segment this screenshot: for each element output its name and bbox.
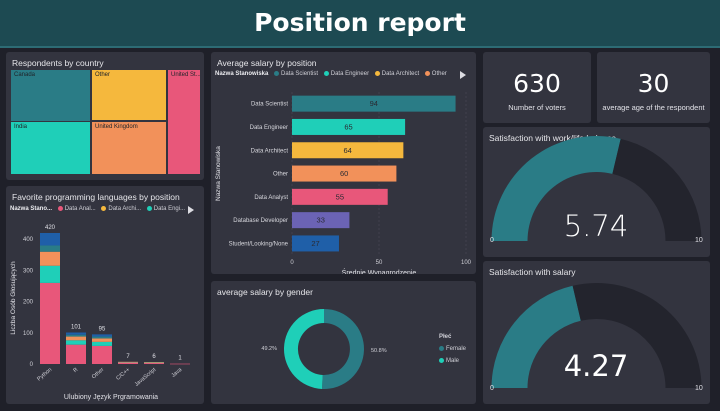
bar-value-label: 55: [336, 192, 344, 201]
slice-value-label: 49.2%: [261, 346, 277, 352]
y-tick-label: 300: [23, 268, 34, 274]
x-axis-label: Średnie Wynagrodzenie: [342, 268, 417, 274]
average-age-value: 30: [637, 69, 670, 98]
stacked-bar-segment: [40, 233, 60, 246]
salary-by-position-card: Average salary by position Nazwa Stanowi…: [211, 52, 476, 274]
treemap-cell-canada[interactable]: Canada: [10, 69, 91, 125]
category-label: Data Architect: [251, 148, 289, 154]
y-axis-label: Nazwa Stanowiska: [215, 146, 222, 201]
stacked-bar-segment: [92, 334, 112, 337]
stacked-bar-segment: [118, 361, 138, 363]
bar-total-label: 6: [152, 354, 156, 360]
gauge-min: 0: [490, 385, 494, 392]
languages-card: Favorite programming languages by positi…: [6, 186, 204, 404]
salary-by-gender-card: average salary by gender 50.8% 49.2% Płeć…: [211, 281, 476, 404]
stacked-bar-segment: [40, 251, 60, 266]
bar-total-label: 95: [99, 326, 106, 332]
gender-donut-chart: 50.8% 49.2%: [261, 309, 387, 389]
bar-total-label: 420: [45, 225, 56, 231]
bar-value-label: 64: [344, 146, 352, 155]
legend-title: Płeć: [439, 334, 452, 340]
x-tick-label: 100: [461, 260, 472, 266]
donut-slice: [321, 309, 364, 389]
bar-value-label: 60: [340, 169, 348, 178]
stacked-bar-segment: [92, 338, 112, 342]
bar-total-label: 1: [178, 356, 182, 362]
stacked-bar-segment: [40, 282, 60, 364]
x-tick-label: Java: [171, 366, 184, 379]
languages-chart: 0 100 200 300 400 420 Python 101 R 95 Other 7 C/C++ 6…: [10, 225, 190, 401]
x-tick-label: Python: [36, 367, 53, 383]
respondents-by-country-card: Respondents by country Canada Other Unit…: [6, 52, 204, 180]
bar-total-label: 101: [71, 324, 82, 330]
y-tick-label: 100: [23, 331, 34, 337]
voters-count: 630: [513, 69, 561, 98]
bar-value-label: 65: [344, 122, 352, 131]
x-tick-label: R: [72, 367, 79, 374]
salary-by-position-chart: 0 50 100 Data Scientist 94 Data Engineer 65 Dat…: [215, 92, 472, 274]
age-kpi-card: 30 average age of the respondent: [597, 52, 710, 123]
category-label: Data Analyst: [254, 195, 288, 201]
stacked-bar-segment: [40, 265, 60, 283]
stacked-bar-segment: [66, 334, 86, 337]
stacked-bar-segment: [92, 336, 112, 339]
x-axis-label: Ulubiony Język Prgramowania: [64, 394, 158, 401]
y-tick-label: 200: [23, 300, 34, 306]
treemap-cell-united-states[interactable]: United St...: [167, 69, 201, 175]
y-tick-label: 400: [23, 237, 34, 243]
treemap-cell-india[interactable]: India: [10, 121, 91, 175]
card-title: Respondents by country: [12, 58, 104, 68]
slice-value-label: 50.8%: [371, 348, 387, 354]
x-tick-label: C/C++: [115, 367, 131, 382]
worklife-gauge-card: Satisfaction with work/life balance 5.74…: [483, 127, 710, 257]
category-label: Student/Looking/None: [229, 241, 289, 247]
stacked-bar-segment: [66, 344, 86, 364]
legend-swatch: [439, 357, 444, 363]
stacked-bar-segment: [144, 362, 164, 363]
bar-value-label: 94: [370, 99, 378, 108]
category-label: Other: [273, 172, 288, 178]
stacked-bar-segment: [170, 363, 190, 365]
bar-value-label: 33: [317, 216, 325, 225]
x-tick-label: 50: [376, 260, 383, 266]
x-tick-label: JavaScript: [134, 367, 158, 388]
stacked-bar-segment: [92, 341, 112, 346]
y-tick-label: 0: [30, 362, 34, 368]
report-header: Position report: [0, 0, 720, 48]
legend-item-female[interactable]: Female: [439, 343, 466, 355]
stacked-bar-segment: [66, 332, 86, 335]
bar-total-label: 7: [126, 354, 130, 360]
x-tick-label: Other: [91, 367, 106, 381]
treemap-cell-united-kingdom[interactable]: United Kingdom: [91, 121, 167, 175]
gauge-value: 5.74: [563, 209, 629, 243]
salary-satisfaction-gauge-card: Satisfaction with salary 4.27 0 10: [483, 261, 710, 404]
gender-legend: Płeć Female Male: [439, 331, 466, 367]
bar-value-label: 27: [311, 239, 319, 248]
voters-label: Number of voters: [508, 103, 566, 112]
category-label: Data Engineer: [250, 125, 288, 131]
legend-item-male[interactable]: Male: [439, 355, 466, 367]
stacked-bar-segment: [40, 245, 60, 252]
legend-swatch: [439, 345, 444, 351]
gauge-max: 10: [695, 237, 703, 244]
treemap-cell-other[interactable]: Other: [91, 69, 167, 121]
gauge-min: 0: [490, 237, 494, 244]
stacked-bar-segment: [66, 336, 86, 341]
stacked-bar-segment: [66, 340, 86, 345]
donut-slice: [283, 309, 324, 389]
stacked-bar-segment: [92, 345, 112, 364]
gauge-max: 10: [695, 385, 703, 392]
voters-kpi-card: 630 Number of voters: [483, 52, 591, 123]
category-label: Data Scientist: [251, 102, 288, 108]
y-axis-label: Liczba Osób Głosujących: [10, 261, 17, 335]
average-age-label: average age of the respondent: [602, 103, 705, 112]
gauge-value: 4.27: [563, 349, 629, 383]
category-label: Database Developer: [233, 218, 288, 224]
x-tick-label: 0: [290, 260, 294, 266]
page-title: Position report: [254, 8, 466, 37]
